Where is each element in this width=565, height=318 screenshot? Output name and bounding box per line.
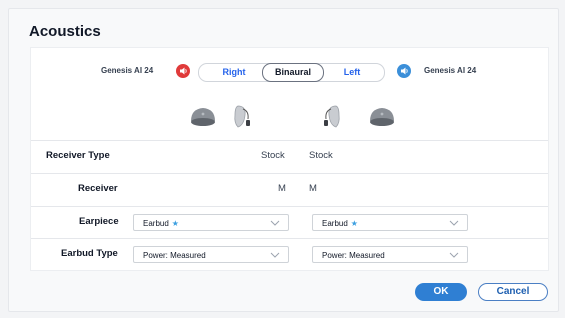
receiver-label: Receiver	[78, 183, 118, 194]
receiver-type-row: Receiver Type Stock Stock	[31, 140, 548, 171]
chevron-down-icon	[270, 247, 280, 264]
right-hearing-aid-image	[324, 105, 340, 128]
receiver-type-left-value: Stock	[261, 150, 285, 161]
left-earbud-image	[191, 108, 215, 126]
left-earpiece-value: Earbud	[143, 219, 169, 228]
receiver-row: Receiver M M	[31, 173, 548, 204]
right-device-name: Genesis AI 24	[424, 66, 477, 75]
receiver-type-right-value: Stock	[309, 150, 333, 161]
right-side-speaker-icon	[397, 64, 411, 78]
tab-right[interactable]: Right	[209, 64, 259, 81]
earbud-type-row: Earbud Type Power: Measured Power: Measu…	[31, 238, 548, 270]
earpiece-label: Earpiece	[79, 216, 119, 227]
cancel-button[interactable]: Cancel	[478, 283, 548, 301]
chevron-down-icon	[449, 215, 459, 232]
right-earpiece-select[interactable]: Earbud ★	[312, 214, 468, 231]
left-earbud-type-value: Power: Measured	[143, 251, 206, 260]
right-earpiece-value: Earbud	[322, 219, 348, 228]
tab-left[interactable]: Left	[327, 64, 377, 81]
tab-binaural[interactable]: Binaural	[262, 63, 324, 82]
left-earpiece-select[interactable]: Earbud ★	[133, 214, 289, 231]
device-header: Genesis AI 24 Right Binaural Left Genesi…	[31, 48, 548, 140]
chevron-down-icon	[449, 247, 459, 264]
star-icon: ★	[171, 219, 179, 228]
left-earbud-type-select[interactable]: Power: Measured	[133, 246, 289, 263]
chevron-down-icon	[270, 215, 280, 232]
right-earbud-image	[370, 108, 394, 126]
acoustics-dialog: Acoustics Genesis AI 24 Right Binaural L…	[8, 8, 559, 312]
receiver-left-value: M	[278, 183, 286, 194]
left-side-speaker-icon	[176, 64, 190, 78]
dialog-title: Acoustics	[29, 23, 101, 40]
left-device-name: Genesis AI 24	[101, 66, 154, 75]
ear-side-selector[interactable]: Right Binaural Left	[198, 63, 385, 82]
right-earbud-type-select[interactable]: Power: Measured	[312, 246, 468, 263]
receiver-type-label: Receiver Type	[46, 150, 110, 161]
earbud-type-label: Earbud Type	[61, 248, 118, 259]
star-icon: ★	[350, 219, 358, 228]
receiver-right-value: M	[309, 183, 317, 194]
earpiece-row: Earpiece Earbud ★ Earbud ★	[31, 206, 548, 237]
right-earbud-type-value: Power: Measured	[322, 251, 385, 260]
ok-button[interactable]: OK	[415, 283, 467, 301]
left-hearing-aid-image	[234, 105, 250, 128]
acoustics-panel: Genesis AI 24 Right Binaural Left Genesi…	[30, 47, 549, 271]
